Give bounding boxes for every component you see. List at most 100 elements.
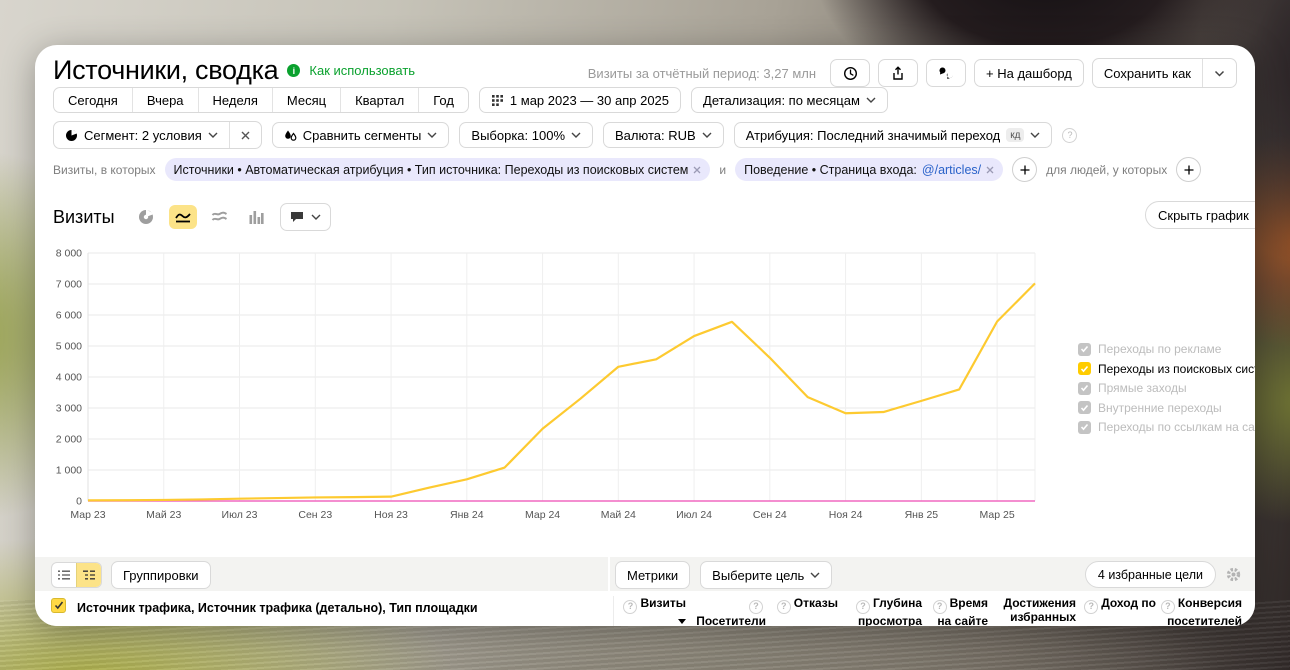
preset-year[interactable]: Год	[418, 88, 468, 112]
filter-chip-sources[interactable]: Источники • Автоматическая атрибуция • Т…	[165, 158, 711, 181]
close-icon[interactable]	[693, 166, 701, 174]
annotations-button[interactable]	[280, 203, 331, 231]
settings-gear-icon[interactable]	[1226, 567, 1241, 582]
svg-text:4 000: 4 000	[56, 372, 82, 384]
svg-text:3 000: 3 000	[56, 403, 82, 415]
chart-legend: Переходы по рекламе Переходы из поисковы…	[1078, 342, 1255, 434]
legend-item-direct[interactable]: Прямые заходы	[1078, 381, 1255, 395]
metric-columns: Визиты Посетители Отказы Глубина просмот…	[613, 596, 1250, 626]
checkbox-checked-icon	[1078, 401, 1091, 414]
pie-chart-icon[interactable]	[132, 205, 160, 229]
svg-text:Ноя 23: Ноя 23	[374, 509, 408, 521]
attribution-badge: кд	[1006, 128, 1024, 142]
help-circle-icon[interactable]	[933, 600, 947, 614]
filter-chip-behavior[interactable]: Поведение • Страница входа: @/articles/	[735, 158, 1003, 181]
export-icon	[891, 66, 905, 81]
preset-month[interactable]: Месяц	[272, 88, 340, 112]
choose-goal-label: Выберите цель	[712, 568, 804, 583]
preset-today[interactable]: Сегодня	[54, 88, 132, 112]
area-chart-icon[interactable]	[206, 205, 234, 229]
export-button[interactable]	[878, 59, 918, 87]
save-as-caret-button[interactable]	[1202, 59, 1236, 87]
column-visits[interactable]: Визиты	[622, 596, 686, 626]
help-circle-icon[interactable]	[623, 600, 637, 614]
compare-segments-dropdown[interactable]: Сравнить сегменты	[272, 122, 450, 148]
help-circle-icon[interactable]	[1161, 600, 1175, 614]
dimension-header[interactable]: Источник трафика, Источник трафика (дета…	[77, 601, 478, 615]
legend-item-search[interactable]: Переходы из поисковых систем	[1078, 362, 1255, 376]
attribution-dropdown[interactable]: Атрибуция: Последний значимый переход кд	[734, 122, 1053, 148]
visits-chart[interactable]: 8 0007 0006 0005 0004 0003 0002 0001 000…	[35, 241, 1255, 531]
metrics-button[interactable]: Метрики	[615, 561, 690, 589]
legend-item-ads[interactable]: Переходы по рекламе	[1078, 342, 1255, 356]
column-revenue[interactable]: Доход по	[1076, 596, 1156, 626]
column-time-on-site[interactable]: Время на сайте	[922, 596, 988, 626]
help-circle-icon[interactable]	[1084, 600, 1098, 614]
column-depth[interactable]: Глубина просмотра	[838, 596, 922, 626]
svg-text:Май 24: Май 24	[601, 509, 636, 521]
tree-list-icon[interactable]	[76, 563, 101, 587]
annotation-bubble-icon	[290, 211, 304, 223]
legend-item-internal[interactable]: Внутренние переходы	[1078, 401, 1255, 415]
segment-pie-icon	[65, 129, 78, 142]
chevron-down-icon	[866, 97, 876, 103]
help-circle-icon[interactable]	[749, 600, 763, 614]
segment-dropdown[interactable]: Сегмент: 2 условия	[54, 122, 229, 148]
currency-dropdown[interactable]: Валюта: RUB	[603, 122, 724, 148]
close-icon[interactable]	[986, 166, 994, 174]
visits-in-which-label: Визиты, в которых	[53, 163, 156, 177]
segment-split-button: Сегмент: 2 условия	[53, 121, 262, 149]
chevron-down-icon	[208, 132, 218, 138]
how-to-use-link[interactable]: Как использовать	[309, 63, 415, 78]
detail-label: Детализация: по месяцам	[703, 93, 860, 108]
favorite-goals-button[interactable]: 4 избранные цели	[1085, 561, 1216, 588]
line-chart-icon[interactable]	[169, 205, 197, 229]
history-button[interactable]	[830, 59, 870, 87]
legend-item-site-links[interactable]: Переходы по ссылкам на сайтах	[1078, 420, 1255, 434]
info-icon: i	[287, 64, 300, 77]
column-bounces[interactable]: Отказы	[766, 596, 838, 626]
period-visits-text: Визиты за отчётный период: 3,27 млн	[588, 66, 816, 81]
sampling-dropdown[interactable]: Выборка: 100%	[459, 122, 593, 148]
svg-text:7 000: 7 000	[56, 279, 82, 291]
flat-list-icon[interactable]	[52, 563, 76, 587]
clock-icon	[843, 66, 858, 81]
detail-dropdown[interactable]: Детализация: по месяцам	[691, 87, 888, 113]
add-visit-condition-button[interactable]	[1012, 157, 1037, 182]
preset-week[interactable]: Неделя	[198, 88, 272, 112]
svg-text:Мар 23: Мар 23	[70, 509, 105, 521]
choose-goal-dropdown[interactable]: Выберите цель	[700, 561, 832, 589]
svg-text:2 000: 2 000	[56, 434, 82, 446]
help-circle-icon[interactable]	[777, 600, 791, 614]
comments-button[interactable]	[926, 59, 966, 87]
report-card: Источники, сводка i Как использовать Виз…	[35, 45, 1255, 626]
groupings-button[interactable]: Группировки	[111, 561, 211, 589]
save-as-button[interactable]: Сохранить как	[1093, 59, 1202, 87]
svg-text:Янв 24: Янв 24	[450, 509, 484, 521]
date-range-button[interactable]: 1 мар 2023 — 30 апр 2025	[479, 87, 681, 113]
hide-chart-label: Скрыть график	[1158, 208, 1249, 223]
toolbar-divider	[608, 557, 610, 591]
svg-text:Май 23: Май 23	[146, 509, 181, 521]
attribution-label: Атрибуция: Последний значимый переход	[746, 128, 1001, 143]
checkbox-checked-icon	[1078, 421, 1091, 434]
preset-yesterday[interactable]: Вчера	[132, 88, 198, 112]
preset-quarter[interactable]: Квартал	[340, 88, 418, 112]
svg-text:6 000: 6 000	[56, 310, 82, 322]
and-label: и	[719, 163, 726, 177]
bar-chart-icon[interactable]	[243, 205, 271, 229]
help-circle-icon[interactable]	[856, 600, 870, 614]
hide-chart-button[interactable]: Скрыть график	[1145, 201, 1255, 229]
help-circle-icon[interactable]	[1062, 128, 1077, 143]
column-goal-achievements[interactable]: Достижения избранных	[988, 596, 1076, 626]
dimension-checkbox[interactable]	[51, 598, 66, 613]
column-conversion[interactable]: Конверсия посетителей	[1156, 596, 1242, 626]
svg-text:Мар 24: Мар 24	[525, 509, 560, 521]
segment-clear-button[interactable]	[229, 122, 261, 148]
column-visitors[interactable]: Посетители	[686, 596, 766, 626]
add-to-dashboard-button[interactable]: + На дашборд	[974, 59, 1084, 87]
svg-text:0: 0	[76, 496, 82, 508]
add-people-condition-button[interactable]	[1176, 157, 1201, 182]
save-as-split-button: Сохранить как	[1092, 58, 1237, 88]
entry-page-link[interactable]: @/articles/	[922, 163, 981, 177]
